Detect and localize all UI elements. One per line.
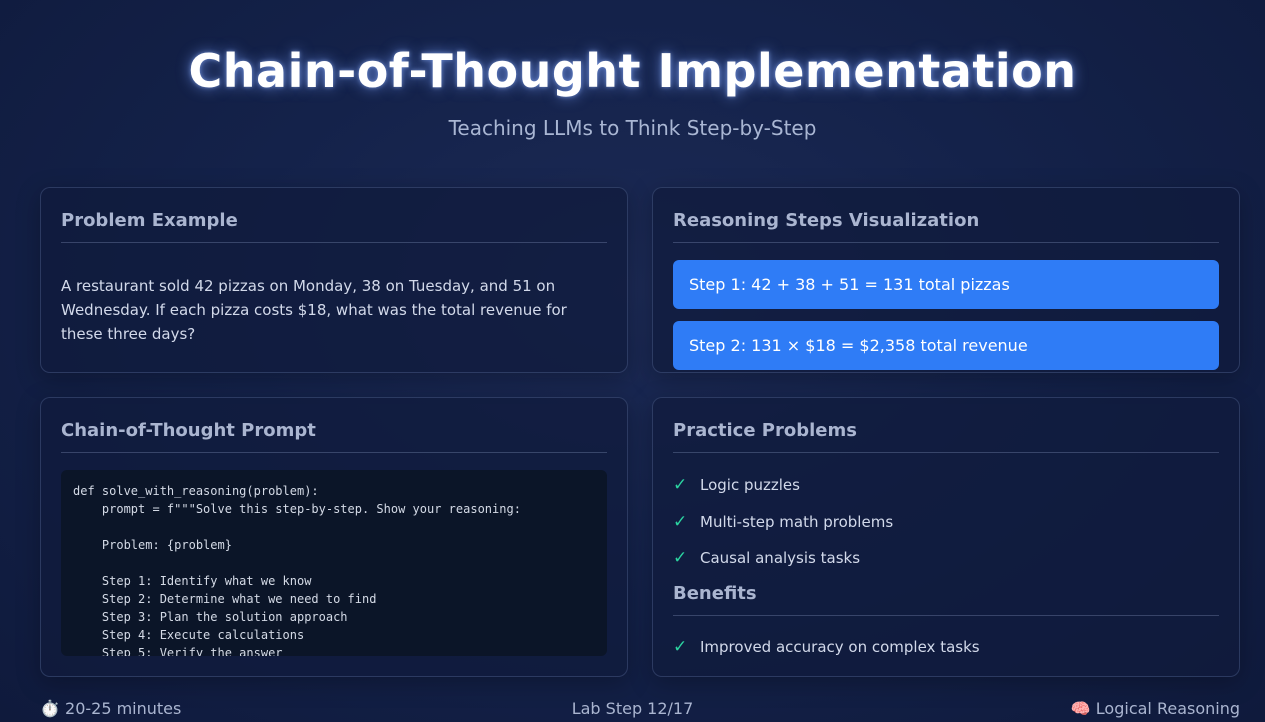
practice-item: ✓ Multi-step math problems — [673, 511, 1219, 533]
problem-example-card: Problem Example A restaurant sold 42 piz… — [40, 187, 628, 373]
topic-label: 🧠 Logical Reasoning — [1070, 699, 1240, 718]
code-block[interactable]: def solve_with_reasoning(problem): promp… — [61, 470, 607, 656]
problem-example-title: Problem Example — [61, 210, 607, 243]
problem-text: A restaurant sold 42 pizzas on Monday, 3… — [61, 277, 567, 343]
reasoning-step-2: Step 2: 131 × $18 = $2,358 total revenue — [673, 321, 1219, 370]
check-icon: ✓ — [673, 475, 688, 495]
benefit-item: ✓ Improved accuracy on complex tasks — [673, 636, 1219, 658]
reasoning-steps-title: Reasoning Steps Visualization — [673, 210, 1219, 243]
cot-prompt-card: Chain-of-Thought Prompt def solve_with_r… — [40, 397, 628, 677]
practice-problems-title: Practice Problems — [673, 420, 1219, 453]
cot-prompt-title: Chain-of-Thought Prompt — [61, 420, 607, 453]
benefit-item-label: Improved accuracy on complex tasks — [700, 638, 980, 656]
practice-item-label: Logic puzzles — [700, 476, 800, 494]
practice-problems-card: Practice Problems ✓ Logic puzzles ✓ Multi-… — [652, 397, 1240, 677]
reasoning-steps-card: Reasoning Steps Visualization Step 1: 42… — [652, 187, 1240, 373]
check-icon: ✓ — [673, 637, 688, 657]
practice-item: ✓ Causal analysis tasks — [673, 547, 1219, 569]
practice-item-label: Causal analysis tasks — [700, 549, 861, 567]
benefits-title: Benefits — [673, 583, 1219, 616]
check-icon: ✓ — [673, 548, 688, 568]
practice-item-label: Multi-step math problems — [700, 513, 894, 531]
practice-item: ✓ Logic puzzles — [673, 474, 1219, 496]
reasoning-step-1: Step 1: 42 + 38 + 51 = 131 total pizzas — [673, 260, 1219, 309]
check-icon: ✓ — [673, 512, 688, 532]
page-title: Chain-of-Thought Implementation — [188, 44, 1077, 98]
page-subtitle: Teaching LLMs to Think Step-by-Step — [448, 116, 817, 140]
